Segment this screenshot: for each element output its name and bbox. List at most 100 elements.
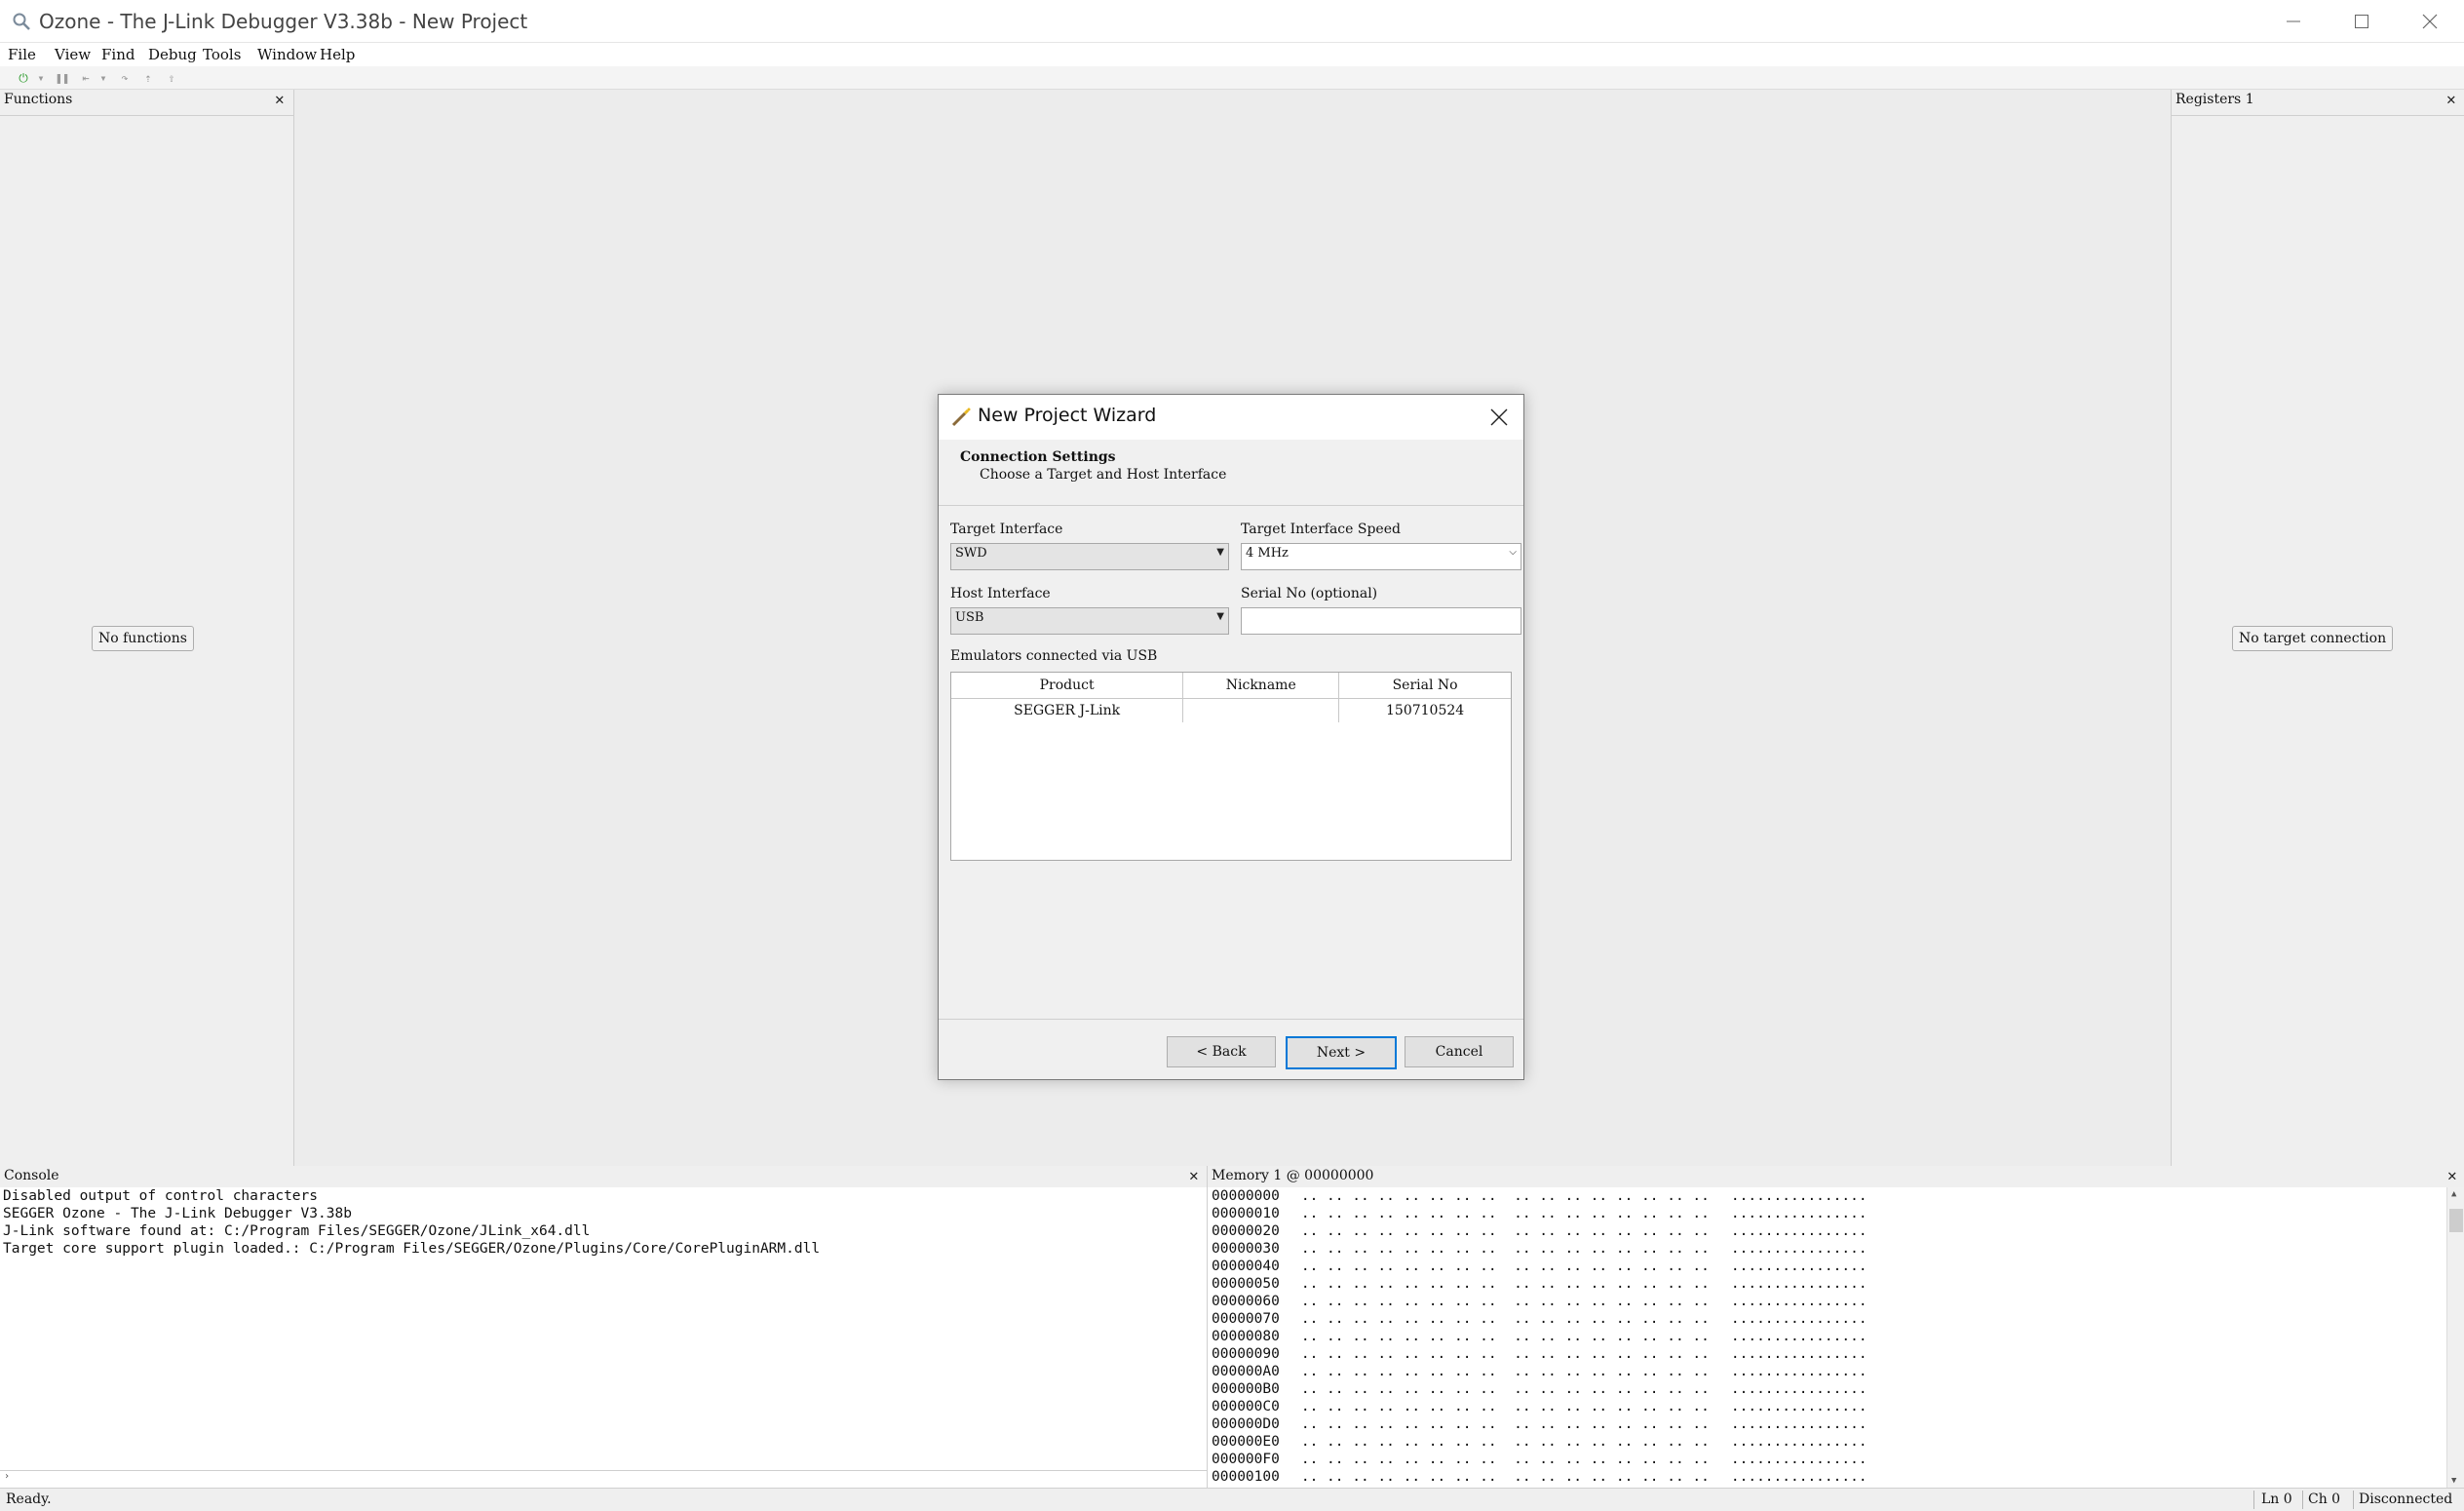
console-line: J-Link software found at: C:/Program Fil… — [3, 1223, 591, 1239]
functions-panel-title: Functions — [4, 92, 73, 107]
target-interface-speed-label: Target Interface Speed — [1241, 522, 1401, 537]
cancel-button[interactable]: Cancel — [1405, 1036, 1514, 1067]
dropdown-arrow-icon[interactable]: ▾ — [96, 70, 111, 86]
step-into-icon[interactable]: ⇡ — [140, 70, 156, 86]
target-interface-speed-select[interactable]: 4 MHz ⌵ — [1241, 543, 1521, 570]
memory-row[interactable]: 00000100 .. .. .. .. .. .. .. .. .. .. ..… — [1212, 1468, 1867, 1486]
memory-row[interactable]: 00000090 .. .. .. .. .. .. .. .. .. .. ..… — [1212, 1345, 1867, 1363]
memory-address: 00000030 — [1212, 1241, 1280, 1257]
memory-ascii: ................ — [1730, 1364, 1867, 1379]
memory-row[interactable]: 00000000 .. .. .. .. .. .. .. .. .. .. ..… — [1212, 1187, 1867, 1205]
target-interface-select[interactable]: SWD ▼ — [950, 543, 1229, 570]
column-header-serial-no[interactable]: Serial No — [1338, 673, 1511, 699]
maximize-icon — [2355, 15, 2368, 28]
step-over-icon[interactable]: ↷ — [117, 70, 133, 86]
memory-bytes: .. .. .. .. .. .. .. .. .. .. .. .. .. .… — [1300, 1223, 1710, 1239]
memory-row[interactable]: 000000A0 .. .. .. .. .. .. .. .. .. .. ..… — [1212, 1363, 1867, 1380]
memory-address: 000000E0 — [1212, 1434, 1280, 1450]
scroll-down-icon[interactable]: ▼ — [2451, 1476, 2456, 1486]
memory-panel: Memory 1 @ 00000000 ✕ 00000000 .. .. .. .… — [1207, 1166, 2464, 1488]
no-target-connection-label: No target connection — [2232, 626, 2394, 651]
power-icon[interactable]: ⏻ — [16, 70, 31, 86]
console-panel: Console ✕ Disabled output of control cha… — [0, 1166, 1207, 1488]
memory-row[interactable]: 00000070 .. .. .. .. .. .. .. .. .. .. ..… — [1212, 1310, 1867, 1328]
menu-window[interactable]: Window — [257, 46, 317, 63]
menu-view[interactable]: View — [55, 46, 91, 63]
pause-icon[interactable]: ❚❚ — [55, 70, 70, 86]
memory-row[interactable]: 00000030 .. .. .. .. .. .. .. .. .. .. ..… — [1212, 1240, 1867, 1258]
memory-row[interactable]: 00000050 .. .. .. .. .. .. .. .. .. .. ..… — [1212, 1275, 1867, 1293]
close-icon[interactable]: ✕ — [1189, 1166, 1199, 1184]
dropdown-arrow-icon[interactable]: ▾ — [33, 70, 49, 86]
menu-find[interactable]: Find — [101, 46, 135, 63]
close-icon[interactable]: ✕ — [2446, 90, 2456, 108]
close-window-button[interactable] — [2396, 0, 2464, 43]
close-icon[interactable] — [1490, 408, 1508, 426]
ozone-app-icon — [13, 13, 30, 30]
memory-row[interactable]: 000000D0 .. .. .. .. .. .. .. .. .. .. ..… — [1212, 1415, 1867, 1433]
host-interface-select[interactable]: USB ▼ — [950, 607, 1229, 635]
table-row[interactable]: SEGGER J-Link 150710524 — [951, 698, 1511, 722]
chevron-down-icon: ⌵ — [1509, 547, 1517, 558]
memory-bytes: .. .. .. .. .. .. .. .. .. .. .. .. .. .… — [1300, 1346, 1710, 1362]
no-functions-label: No functions — [92, 626, 194, 651]
console-line: Disabled output of control characters — [3, 1188, 319, 1204]
connection-settings-subtitle: Choose a Target and Host Interface — [980, 467, 1227, 483]
memory-row[interactable]: 000000F0 .. .. .. .. .. .. .. .. .. .. ..… — [1212, 1451, 1867, 1468]
close-icon[interactable]: ✕ — [275, 90, 285, 108]
scrollbar-thumb[interactable] — [2449, 1209, 2463, 1232]
step-out-icon[interactable]: ⇧ — [164, 70, 179, 86]
memory-ascii: ................ — [1730, 1223, 1867, 1239]
menu-file[interactable]: File — [8, 46, 36, 63]
memory-row[interactable]: 00000020 .. .. .. .. .. .. .. .. .. .. ..… — [1212, 1222, 1867, 1240]
memory-ascii: ................ — [1730, 1434, 1867, 1450]
wizard-wand-icon — [951, 407, 971, 427]
console-command-input[interactable]: › — [0, 1470, 1207, 1488]
menu-debug[interactable]: Debug — [148, 46, 197, 63]
maximize-button[interactable] — [2328, 0, 2396, 43]
title-bar: Ozone - The J-Link Debugger V3.38b - New… — [0, 0, 2464, 43]
memory-address: 00000090 — [1212, 1346, 1280, 1362]
registers-panel-title: Registers 1 — [2175, 92, 2254, 107]
memory-bytes: .. .. .. .. .. .. .. .. .. .. .. .. .. .… — [1300, 1399, 1710, 1414]
menu-help[interactable]: Help — [320, 46, 355, 63]
memory-bytes: .. .. .. .. .. .. .. .. .. .. .. .. .. .… — [1300, 1416, 1710, 1432]
memory-bytes: .. .. .. .. .. .. .. .. .. .. .. .. .. .… — [1300, 1241, 1710, 1257]
dialog-title-bar: New Project Wizard — [939, 395, 1523, 440]
memory-row[interactable]: 00000040 .. .. .. .. .. .. .. .. .. .. ..… — [1212, 1258, 1867, 1275]
dialog-header: Connection Settings Choose a Target and … — [939, 440, 1523, 506]
scroll-up-icon[interactable]: ▲ — [2451, 1189, 2456, 1199]
column-header-product[interactable]: Product — [951, 673, 1184, 699]
menu-tools[interactable]: Tools — [203, 46, 241, 63]
minimize-button[interactable] — [2259, 0, 2328, 43]
next-button[interactable]: Next > — [1286, 1036, 1397, 1069]
memory-row[interactable]: 000000C0 .. .. .. .. .. .. .. .. .. .. ..… — [1212, 1398, 1867, 1415]
memory-row[interactable]: 000000B0 .. .. .. .. .. .. .. .. .. .. ..… — [1212, 1380, 1867, 1398]
memory-row[interactable]: 00000060 .. .. .. .. .. .. .. .. .. .. ..… — [1212, 1293, 1867, 1310]
memory-bytes: .. .. .. .. .. .. .. .. .. .. .. .. .. .… — [1300, 1294, 1710, 1309]
target-interface-speed-value: 4 MHz — [1246, 546, 1289, 561]
memory-scrollbar[interactable]: ▲ ▼ — [2446, 1187, 2464, 1488]
close-icon — [2422, 14, 2438, 29]
back-button[interactable]: < Back — [1167, 1036, 1276, 1067]
memory-row[interactable]: 00000080 .. .. .. .. .. .. .. .. .. .. ..… — [1212, 1328, 1867, 1345]
console-output: Disabled output of control characters SE… — [0, 1187, 1207, 1470]
memory-address: 00000000 — [1212, 1188, 1280, 1204]
memory-ascii: ................ — [1730, 1346, 1867, 1362]
reset-icon[interactable]: ⇤ — [78, 70, 94, 86]
footer-divider — [939, 1019, 1523, 1020]
memory-address: 00000050 — [1212, 1276, 1280, 1292]
serial-no-input[interactable] — [1241, 607, 1521, 635]
memory-row[interactable]: 00000010 .. .. .. .. .. .. .. .. .. .. ..… — [1212, 1205, 1867, 1222]
dialog-title: New Project Wizard — [978, 405, 1157, 426]
memory-row[interactable]: 000000E0 .. .. .. .. .. .. .. .. .. .. ..… — [1212, 1433, 1867, 1451]
memory-ascii: ................ — [1730, 1452, 1867, 1467]
functions-panel: Functions ✕ No functions — [0, 90, 294, 1166]
new-project-wizard-dialog: New Project Wizard Connection Settings C… — [938, 394, 1524, 1080]
emulators-label: Emulators connected via USB — [950, 648, 1158, 664]
memory-ascii: ................ — [1730, 1259, 1867, 1274]
column-header-nickname[interactable]: Nickname — [1182, 673, 1340, 699]
close-icon[interactable]: ✕ — [2447, 1166, 2457, 1184]
memory-bytes: .. .. .. .. .. .. .. .. .. .. .. .. .. .… — [1300, 1259, 1710, 1274]
serial-no-label: Serial No (optional) — [1241, 586, 1378, 601]
